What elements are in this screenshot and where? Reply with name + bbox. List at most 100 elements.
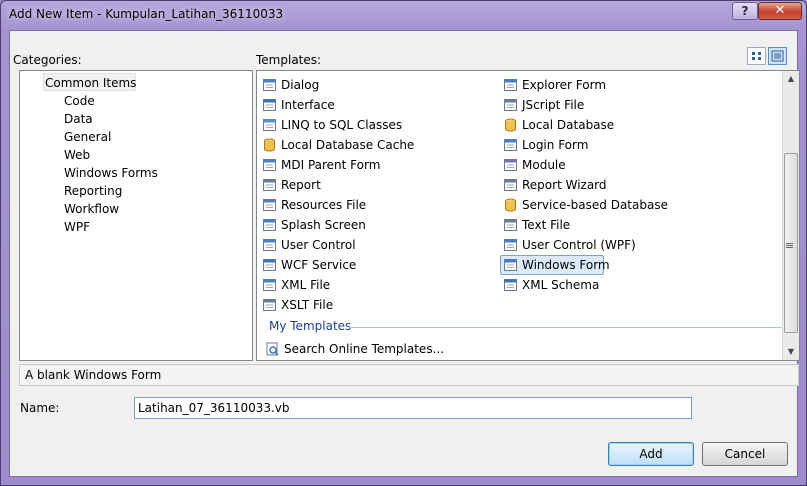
windows-form-icon xyxy=(504,259,517,271)
template-item[interactable]: Module xyxy=(503,155,566,175)
name-input[interactable] xyxy=(134,397,692,419)
user-control-icon xyxy=(263,239,276,251)
linq-icon xyxy=(263,119,276,131)
list-view-icon xyxy=(771,50,784,62)
template-item-label: XSLT File xyxy=(281,298,334,312)
template-item[interactable]: Windows Form xyxy=(500,255,610,275)
template-item-label: Resources File xyxy=(281,198,367,212)
report-wizard-icon xyxy=(504,179,517,191)
template-item[interactable]: MDI Parent Form xyxy=(262,155,380,175)
scroll-up-arrow-icon[interactable]: ▲ xyxy=(783,71,799,87)
category-item[interactable]: Windows Forms xyxy=(64,164,158,182)
mdi-form-icon xyxy=(263,159,276,171)
template-item[interactable]: Service-based Database xyxy=(503,195,668,215)
close-button[interactable]: ✕ xyxy=(758,2,802,20)
template-item-label: MDI Parent Form xyxy=(281,158,381,172)
template-item-label: User Control xyxy=(281,238,356,252)
template-item[interactable]: JScript File xyxy=(503,95,584,115)
wpf-control-icon xyxy=(504,239,517,251)
template-item-label: Interface xyxy=(281,98,335,112)
dialog-client-area: Categories: Templates: Common Items Code D… xyxy=(9,30,800,477)
name-label: Name: xyxy=(20,401,60,415)
template-item[interactable]: Local Database xyxy=(503,115,614,135)
category-item[interactable]: Workflow xyxy=(64,200,119,218)
template-item[interactable]: Explorer Form xyxy=(503,75,606,95)
template-item[interactable]: LINQ to SQL Classes xyxy=(262,115,402,135)
category-item[interactable]: WPF xyxy=(64,218,90,236)
template-item[interactable]: Local Database Cache xyxy=(262,135,414,155)
service-db-icon xyxy=(505,198,516,212)
database-cache-icon xyxy=(264,138,275,152)
template-item-label: XML File xyxy=(281,278,331,292)
categories-label: Categories: xyxy=(13,53,82,67)
template-item[interactable]: Interface xyxy=(262,95,335,115)
title-bar[interactable]: Add New Item - Kumpulan_Latihan_36110033… xyxy=(1,1,806,29)
template-item-label: Local Database Cache xyxy=(281,138,415,152)
template-item[interactable]: User Control xyxy=(262,235,356,255)
template-item-label: Splash Screen xyxy=(281,218,366,232)
scroll-grip-icon xyxy=(786,243,793,244)
template-item[interactable]: XML File xyxy=(262,275,330,295)
interface-icon xyxy=(263,99,276,111)
template-item-label: WCF Service xyxy=(281,258,357,272)
template-item[interactable]: Login Form xyxy=(503,135,588,155)
template-item-label: Explorer Form xyxy=(522,78,607,92)
add-new-item-dialog: Add New Item - Kumpulan_Latihan_36110033… xyxy=(0,0,807,486)
template-description: A blank Windows Form xyxy=(19,364,799,386)
template-item[interactable]: User Control (WPF) xyxy=(503,235,636,255)
template-item-label: LINQ to SQL Classes xyxy=(281,118,403,132)
template-item[interactable]: XML Schema xyxy=(503,275,599,295)
scroll-down-arrow-icon[interactable]: ▼ xyxy=(783,344,799,360)
window-title: Add New Item - Kumpulan_Latihan_36110033 xyxy=(9,7,284,21)
template-item[interactable]: XSLT File xyxy=(262,295,333,315)
category-item[interactable]: Web xyxy=(64,146,90,164)
search-online-icon xyxy=(266,342,279,356)
search-online-templates-item[interactable]: Search Online Templates... xyxy=(265,339,444,359)
category-item[interactable]: Data xyxy=(64,110,93,128)
xslt-icon xyxy=(263,299,276,311)
module-icon xyxy=(504,159,517,171)
template-item[interactable]: Report xyxy=(262,175,321,195)
splash-icon xyxy=(263,219,276,231)
category-item[interactable]: Code xyxy=(64,92,95,110)
categories-tree[interactable]: Common Items Code Data General Web Windows Fo… xyxy=(19,70,253,361)
xml-schema-icon xyxy=(504,279,517,291)
template-item-label: Module xyxy=(522,158,566,172)
cancel-button[interactable]: Cancel xyxy=(702,442,788,466)
large-icons-icon xyxy=(752,52,761,60)
template-item-label: Report xyxy=(281,178,321,192)
large-icons-view-button[interactable] xyxy=(747,47,766,65)
template-item-label: XML Schema xyxy=(522,278,600,292)
template-item[interactable]: Resources File xyxy=(262,195,366,215)
template-item-label: Report Wizard xyxy=(522,178,607,192)
template-item-label: Service-based Database xyxy=(522,198,668,212)
login-form-icon xyxy=(504,139,517,151)
category-item[interactable]: General xyxy=(64,128,111,146)
database-icon xyxy=(505,118,516,132)
text-file-icon xyxy=(504,219,517,231)
template-item[interactable]: WCF Service xyxy=(262,255,356,275)
template-item[interactable]: Report Wizard xyxy=(503,175,607,195)
category-item[interactable]: Common Items xyxy=(45,74,136,92)
template-item-label: Dialog xyxy=(281,78,320,92)
report-icon xyxy=(263,179,276,191)
template-item[interactable]: Text File xyxy=(503,215,570,235)
template-item-label: Login Form xyxy=(522,138,589,152)
add-button[interactable]: Add xyxy=(608,442,694,466)
explorer-form-icon xyxy=(504,79,517,91)
templates-scrollbar[interactable]: ▲ ▼ xyxy=(782,71,799,360)
dialog-icon xyxy=(263,79,276,91)
template-item[interactable]: Dialog xyxy=(262,75,319,95)
my-templates-divider xyxy=(349,327,787,328)
templates-list[interactable]: Dialog Interface LINQ to SQL Classes Local … xyxy=(256,70,800,361)
wcf-icon xyxy=(263,259,276,271)
template-item[interactable]: Splash Screen xyxy=(262,215,366,235)
small-icons-view-button[interactable] xyxy=(768,47,787,65)
help-button[interactable]: ? xyxy=(732,2,758,20)
template-item-label: JScript File xyxy=(522,98,585,112)
jscript-icon xyxy=(504,99,517,111)
template-item-label: Windows Form xyxy=(522,258,610,272)
category-item[interactable]: Reporting xyxy=(64,182,122,200)
template-item-label: Text File xyxy=(522,218,571,232)
search-online-label: Search Online Templates... xyxy=(284,342,445,356)
